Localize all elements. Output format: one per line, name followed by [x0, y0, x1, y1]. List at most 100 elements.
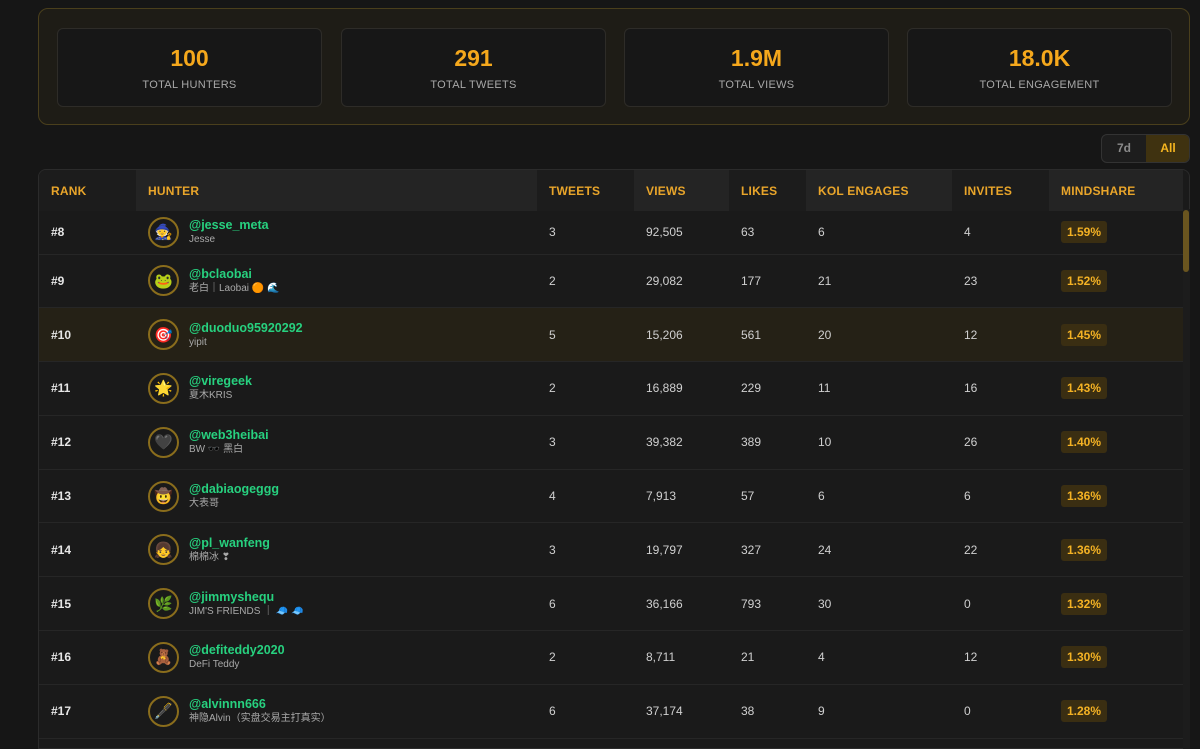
kol-engages-cell: 21 — [818, 273, 832, 288]
mindshare-badge: 1.36% — [1061, 485, 1108, 508]
likes-cell: 177 — [741, 273, 762, 288]
mindshare-badge: 1.32% — [1061, 592, 1108, 615]
mindshare-cell: 1.59% — [1049, 211, 1183, 254]
header-tweets[interactable]: TWEETS — [537, 170, 634, 211]
table-row[interactable]: #16 🧸 @defiteddy2020 DeFi Teddy 2 8,711 21 4 12 1… — [39, 631, 1183, 685]
invites-cell: 16 — [964, 381, 978, 396]
avatar[interactable]: 🖤 — [148, 426, 179, 458]
tweets-cell: 2 — [549, 273, 556, 288]
kol-engages-cell: 20 — [818, 327, 832, 342]
mindshare-cell: 1.30% — [1049, 631, 1183, 685]
table-row[interactable]: #9 🐸 @bclaobai 老白｜Laobai 🟠 🌊 2 29,082 177 21 23 1… — [39, 254, 1183, 308]
hunter-cell: 🧸 @defiteddy2020 DeFi Teddy — [136, 631, 537, 685]
likes-cell: 327 — [741, 542, 762, 557]
stat-value: 291 — [454, 45, 493, 71]
mindshare-cell: 1.36% — [1049, 523, 1183, 577]
header-hunter[interactable]: HUNTER — [136, 170, 537, 211]
hunter-handle-link[interactable]: @pl_wanfeng — [189, 536, 270, 551]
avatar[interactable]: 🐸 — [148, 265, 179, 297]
hunter-handle-link[interactable]: @alvinnn666 — [189, 697, 331, 712]
hunter-cell: 🤠 @dabiaogeggg 大表哥 — [136, 469, 537, 523]
mindshare-cell: 1.36% — [1049, 469, 1183, 523]
hunter-cell: 🧙 @jesse_meta Jesse — [136, 211, 537, 254]
avatar[interactable]: 🤠 — [148, 480, 179, 512]
mindshare-badge: 1.28% — [1061, 700, 1108, 723]
hunter-handle-link[interactable]: @jimmyshequ — [189, 590, 304, 605]
stat-value: 18.0K — [1008, 45, 1071, 71]
hunter-cell: 🎯 @duoduo95920292 yipit — [136, 308, 537, 362]
table-row[interactable]: #11 🌟 @viregeek 夏木KRIS 2 16,889 229 11 16 1.43% — [39, 362, 1183, 416]
views-cell: 37,174 — [646, 704, 683, 719]
invites-cell: 22 — [964, 542, 978, 557]
hunter-handle-link[interactable]: @duoduo95920292 — [189, 321, 303, 336]
hunter-handle-link[interactable]: @viregeek — [189, 374, 252, 389]
avatar[interactable]: 🧙 — [148, 216, 179, 248]
likes-cell: 389 — [741, 435, 762, 450]
hunter-handle-link[interactable]: @web3heibai — [189, 428, 269, 443]
hunter-handle-link[interactable]: @defiteddy2020 — [189, 643, 285, 658]
hunter-handle-link[interactable]: @dabiaogeggg — [189, 482, 279, 497]
hunter-cell: 🌿 @jimmyshequ JIM'S FRIENDS ｜ 🧢 🧢 — [136, 577, 537, 631]
invites-cell: 12 — [964, 327, 978, 342]
stat-label: TOTAL HUNTERS — [142, 79, 237, 91]
tweets-cell: 3 — [549, 225, 556, 240]
mindshare-cell: 1.32% — [1049, 577, 1183, 631]
hunter-display-name: DeFi Teddy — [189, 659, 240, 671]
tweets-cell: 3 — [549, 435, 556, 450]
header-rank[interactable]: RANK — [39, 170, 136, 211]
range-7d-button[interactable]: 7d — [1102, 135, 1146, 162]
rank-cell: #16 — [51, 650, 72, 665]
avatar[interactable]: 👧 — [148, 534, 179, 566]
views-cell: 39,382 — [646, 435, 683, 450]
hunter-display-name: JIM'S FRIENDS ｜ 🧢 🧢 — [189, 605, 304, 617]
header-likes[interactable]: LIKES — [729, 170, 806, 211]
hunter-cell: 🖤 @web3heibai BW 🕶️ 黑白 — [136, 415, 537, 469]
avatar[interactable]: 🎯 — [148, 319, 179, 351]
tweets-cell: 6 — [549, 704, 556, 719]
stat-card-total-engagement: 18.0K TOTAL ENGAGEMENT — [907, 28, 1172, 107]
avatar[interactable]: 🧸 — [148, 641, 179, 673]
avatar[interactable]: 🌿 — [148, 588, 179, 620]
mindshare-badge: 1.59% — [1061, 221, 1108, 244]
table-row[interactable]: #17 🖋️ @alvinnn666 神隐Alvin（实盘交易主打真实） 6 37,174… — [39, 684, 1183, 739]
header-mindshare[interactable]: MINDSHARE — [1049, 170, 1183, 211]
hunter-handle-link[interactable]: @jesse_meta — [189, 218, 269, 233]
kol-engages-cell: 6 — [818, 489, 825, 504]
mindshare-badge: 1.30% — [1061, 646, 1108, 669]
table-row[interactable]: #15 🌿 @jimmyshequ JIM'S FRIENDS ｜ 🧢 🧢 6 36,16… — [39, 577, 1183, 631]
hunter-handle-link[interactable]: @bclaobai — [189, 267, 280, 282]
views-cell: 19,797 — [646, 542, 683, 557]
avatar[interactable]: 🖋️ — [148, 695, 179, 727]
stat-label: TOTAL ENGAGEMENT — [979, 79, 1100, 91]
table-row[interactable]: #12 🖤 @web3heibai BW 🕶️ 黑白 3 39,382 389 10 26 1.4… — [39, 415, 1183, 470]
hunter-cell: 🐸 @bclaobai 老白｜Laobai 🟠 🌊 — [136, 254, 537, 308]
stat-card-total-hunters: 100 TOTAL HUNTERS — [57, 28, 322, 107]
scrollbar-thumb[interactable] — [1183, 210, 1189, 272]
table-row[interactable]: #10 🎯 @duoduo95920292 yipit 5 15,206 561 20 12 1.… — [39, 307, 1183, 362]
hunter-cell: 👧 @pl_wanfeng 棉棉冰 ❣ — [136, 523, 537, 577]
kol-engages-cell: 9 — [818, 704, 825, 719]
likes-cell: 57 — [741, 489, 755, 504]
views-cell: 7,913 — [646, 489, 677, 504]
range-all-button[interactable]: All — [1146, 135, 1189, 162]
hunter-display-name: 神隐Alvin（实盘交易主打真实） — [189, 713, 331, 725]
stat-value: 100 — [170, 45, 209, 71]
avatar[interactable]: 🌟 — [148, 372, 179, 404]
hunter-display-name: BW 🕶️ 黑白 — [189, 444, 244, 456]
header-views[interactable]: VIEWS — [634, 170, 729, 211]
hunter-display-name: yipit — [189, 336, 207, 348]
table-row[interactable]: #8 🧙 @jesse_meta Jesse 3 92,505 63 6 4 1.59% — [39, 211, 1183, 254]
views-cell: 92,505 — [646, 225, 683, 240]
scrollbar-track[interactable] — [1183, 209, 1190, 749]
tweets-cell: 6 — [549, 596, 556, 611]
table-row[interactable]: #14 👧 @pl_wanfeng 棉棉冰 ❣ 3 19,797 327 24 22 1.36% — [39, 523, 1183, 577]
table-row[interactable]: #13 🤠 @dabiaogeggg 大表哥 4 7,913 57 6 6 1.36% — [39, 469, 1183, 523]
invites-cell: 4 — [964, 225, 971, 240]
mindshare-badge: 1.45% — [1061, 323, 1108, 346]
tweets-cell: 4 — [549, 489, 556, 504]
header-kol-engages[interactable]: KOL ENGAGES — [806, 170, 952, 211]
mindshare-badge: 1.43% — [1061, 377, 1108, 400]
likes-cell: 561 — [741, 327, 762, 342]
header-invites[interactable]: INVITES — [952, 170, 1049, 211]
invites-cell: 6 — [964, 489, 971, 504]
